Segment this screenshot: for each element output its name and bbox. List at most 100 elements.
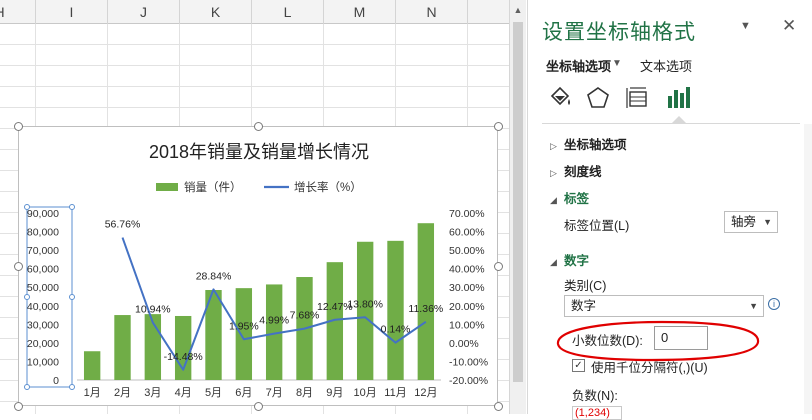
y-tick-label: 50,000 <box>27 282 59 294</box>
data-label: 4.99% <box>259 315 289 327</box>
y-tick-label: 60,000 <box>27 264 59 276</box>
chevron-down-icon: ▼ <box>763 212 772 232</box>
data-label: 28.84% <box>196 270 232 282</box>
collapse-icon: ◢ <box>550 257 564 268</box>
spreadsheet-area[interactable]: HIJKLMN 2018年销量及销量增长情况销量（件） 增长率（%） 0 10,000… <box>0 0 509 414</box>
section-tick-marks[interactable]: ▷刻度线 <box>550 161 602 180</box>
y-tick-label: 70,000 <box>27 245 59 257</box>
negative-numbers-label: 负数(N): <box>572 385 618 404</box>
x-tick-label: 12月 <box>414 387 437 399</box>
x-tick-label: 11月 <box>384 387 406 399</box>
pane-divider <box>542 123 800 124</box>
y-tick-label: 20,000 <box>27 338 59 350</box>
legend-swatch-sales <box>156 183 178 191</box>
y-tick-label: 90,000 <box>27 208 59 220</box>
column-header-j[interactable]: J <box>108 0 180 24</box>
gridline-horizontal <box>0 107 509 108</box>
y-tick-label: 10,000 <box>27 356 59 368</box>
x-tick-label: 5月 <box>205 387 222 399</box>
y2-tick-label: 30.00% <box>449 282 485 294</box>
y2-tick-label: 60.00% <box>449 227 485 239</box>
thousands-separator-checkbox[interactable]: ✓ <box>572 359 585 372</box>
x-tick-label: 8月 <box>296 387 313 399</box>
size-properties-icon[interactable] <box>624 84 652 112</box>
x-tick-label: 1月 <box>84 387 101 399</box>
gridline-horizontal <box>0 44 509 45</box>
y-tick-label: 30,000 <box>27 319 59 331</box>
x-tick-label: 4月 <box>175 387 192 399</box>
info-icon[interactable]: i <box>768 298 780 310</box>
close-icon[interactable]: ✕ <box>782 16 796 36</box>
legend-label-sales: 销量（件） <box>184 180 242 194</box>
y2-tick-label: 70.00% <box>449 208 485 220</box>
pane-scrollbar[interactable] <box>804 124 812 414</box>
data-label: 7.68% <box>290 310 320 322</box>
resize-handle[interactable] <box>494 402 503 411</box>
data-label: -14.48% <box>164 351 203 363</box>
x-tick-label: 3月 <box>144 387 161 399</box>
fill-line-icon[interactable] <box>546 84 574 112</box>
section-labels[interactable]: ◢标签 <box>550 188 589 207</box>
data-label: 10.94% <box>135 304 171 316</box>
section-axis-options[interactable]: ▷坐标轴选项 <box>550 134 627 153</box>
negative-numbers-list[interactable]: (1,234) <box>572 406 622 420</box>
column-header-m[interactable]: M <box>324 0 396 24</box>
resize-handle[interactable] <box>14 122 23 131</box>
active-tab-indicator <box>672 116 686 123</box>
effects-icon[interactable] <box>584 84 612 112</box>
y-tick-label: 0 <box>53 375 59 387</box>
label-position-label: 标签位置(L) <box>564 215 629 234</box>
axis-options-icon[interactable] <box>664 84 692 112</box>
tab-axis-options[interactable]: 坐标轴选项 <box>546 56 611 75</box>
section-number[interactable]: ◢数字 <box>550 250 589 269</box>
y2-tick-label: 50.00% <box>449 245 485 257</box>
x-tick-label: 10月 <box>354 387 377 399</box>
chevron-down-icon: ▼ <box>749 296 758 316</box>
tab-dropdown-icon[interactable]: ▼ <box>612 58 622 69</box>
x-tick-label: 2月 <box>114 387 131 399</box>
resize-handle[interactable] <box>494 122 503 131</box>
y2-tick-label: 0.00% <box>449 338 479 350</box>
column-header-n[interactable]: N <box>396 0 468 24</box>
label-position-select[interactable]: 轴旁▼ <box>724 211 778 233</box>
scroll-thumb[interactable] <box>513 22 523 382</box>
resize-handle[interactable] <box>14 402 23 411</box>
resize-handle[interactable] <box>494 262 503 271</box>
axis-selection-handle <box>70 385 75 390</box>
y2-tick-label: 40.00% <box>449 264 485 276</box>
category-label: 类别(C) <box>564 275 606 294</box>
bar-1月 <box>84 351 100 380</box>
chart-canvas: 2018年销量及销量增长情况销量（件） 增长率（%） 0 10,000 20,000 30… <box>19 127 499 407</box>
column-header-l[interactable]: L <box>252 0 324 24</box>
x-tick-label: 9月 <box>326 387 343 399</box>
column-header-i[interactable]: I <box>36 0 108 24</box>
scroll-up-icon[interactable]: ▲ <box>510 2 526 18</box>
axis-selection-handle <box>70 205 75 210</box>
expand-icon: ▷ <box>550 141 564 152</box>
chevron-down-icon[interactable]: ▼ <box>740 20 751 32</box>
y2-tick-label: 20.00% <box>449 301 485 313</box>
tab-text-options[interactable]: 文本选项 <box>640 56 692 75</box>
pane-title: 设置坐标轴格式 <box>542 16 696 46</box>
data-label: 56.76% <box>105 219 141 231</box>
column-header-h[interactable]: H <box>0 0 36 24</box>
sheet-vertical-scrollbar[interactable]: ▲ <box>509 0 526 414</box>
combo-chart[interactable]: 2018年销量及销量增长情况销量（件） 增长率（%） 0 10,000 20,000 30… <box>18 126 498 406</box>
column-header-k[interactable]: K <box>180 0 252 24</box>
resize-handle[interactable] <box>254 402 263 411</box>
chart-title: 2018年销量及销量增长情况 <box>149 142 369 162</box>
bar-6月 <box>236 288 252 380</box>
bar-12月 <box>418 223 434 380</box>
collapse-icon: ◢ <box>550 195 564 206</box>
legend-label-growth: 增长率（%） <box>294 180 362 194</box>
y-tick-label: 80,000 <box>27 227 59 239</box>
category-select[interactable]: 数字▼ <box>564 295 764 317</box>
thousands-separator-label: 使用千位分隔符(,)(U) <box>591 357 708 376</box>
resize-handle[interactable] <box>14 262 23 271</box>
y2-tick-label: -20.00% <box>449 375 488 387</box>
x-tick-label: 7月 <box>266 387 283 399</box>
resize-handle[interactable] <box>254 122 263 131</box>
gridline-horizontal <box>0 86 509 87</box>
expand-icon: ▷ <box>550 168 564 179</box>
data-label: 0.14% <box>381 324 411 336</box>
